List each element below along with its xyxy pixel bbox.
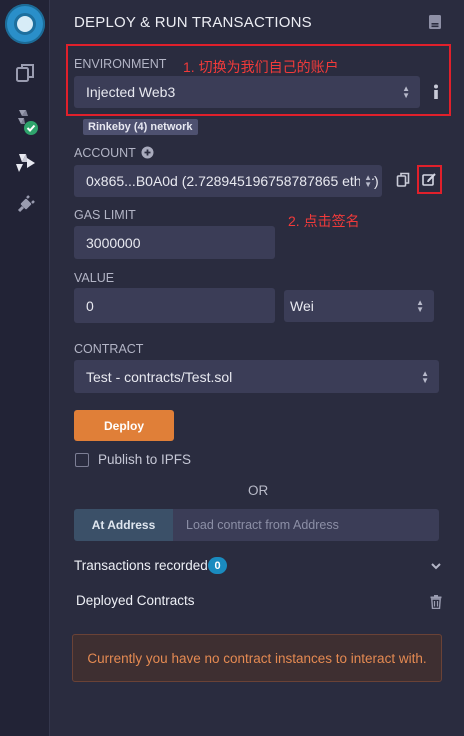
account-label: ACCOUNT <box>74 146 136 160</box>
transactions-recorded-label[interactable]: Transactions recorded <box>74 558 208 573</box>
value-unit: Wei <box>290 298 314 314</box>
deploy-run-panel: DEPLOY & RUN TRANSACTIONS ENVIRONMENT 1.… <box>50 0 464 736</box>
file-explorer-icon[interactable] <box>0 62 50 84</box>
environment-label: ENVIRONMENT <box>74 57 167 71</box>
publish-ipfs-label: Publish to IPFS <box>98 452 192 467</box>
contract-label: CONTRACT <box>74 342 144 356</box>
or-divider: OR <box>248 483 269 498</box>
value-unit-select[interactable]: Wei ▲ ▼ <box>284 290 434 322</box>
contract-select[interactable]: Test - contracts/Test.sol ▲ ▼ <box>74 360 439 393</box>
select-arrows-icon: ▲ ▼ <box>402 84 410 100</box>
at-address-button[interactable]: At Address <box>74 509 173 541</box>
gas-limit-input[interactable]: 3000000 <box>74 226 275 259</box>
value-label: VALUE <box>74 271 115 285</box>
solidity-compiler-icon[interactable] <box>0 106 50 136</box>
gas-limit-label: GAS LIMIT <box>74 208 136 222</box>
transactions-count-badge: 0 <box>208 557 227 574</box>
deploy-button[interactable]: Deploy <box>74 410 174 441</box>
deploy-run-icon[interactable] <box>0 152 50 174</box>
copy-icon[interactable] <box>396 172 410 193</box>
no-instances-alert: Currently you have no contract instances… <box>72 634 442 682</box>
account-select[interactable]: 0x865...B0A0d (2.728945196758787865 ethe… <box>74 165 382 197</box>
plugin-manager-icon[interactable] <box>0 194 50 216</box>
contract-value: Test - contracts/Test.sol <box>86 368 233 385</box>
annotation-switch-account: 1. 切换为我们自己的账户 <box>183 59 339 75</box>
value-input[interactable]: 0 <box>74 288 275 323</box>
environment-select[interactable]: Injected Web3 ▲ ▼ <box>74 76 420 108</box>
deployed-contracts-label: Deployed Contracts <box>76 593 195 608</box>
network-badge: Rinkeby (4) network <box>83 119 198 135</box>
info-icon[interactable] <box>432 84 440 105</box>
annotation-click-sign: 2. 点击签名 <box>288 213 360 229</box>
publish-ipfs-checkbox[interactable] <box>75 453 89 467</box>
documentation-icon[interactable] <box>428 14 442 35</box>
add-account-icon[interactable] <box>141 146 154 164</box>
environment-value: Injected Web3 <box>86 84 176 100</box>
panel-title: DEPLOY & RUN TRANSACTIONS <box>74 14 312 31</box>
icon-rail <box>0 0 50 736</box>
at-address-input[interactable]: Load contract from Address <box>173 509 439 541</box>
remix-logo-icon[interactable] <box>0 4 50 44</box>
chevron-down-icon[interactable] <box>430 558 442 576</box>
trash-icon[interactable] <box>430 595 442 614</box>
select-arrows-icon: ▲ ▼ <box>416 298 424 314</box>
select-arrows-icon: ▲ ▼ <box>360 174 372 189</box>
sign-message-icon[interactable] <box>422 172 437 192</box>
select-arrows-icon: ▲ ▼ <box>421 368 429 385</box>
account-value: 0x865...B0A0d (2.728945196758787865 ethe… <box>86 173 379 189</box>
